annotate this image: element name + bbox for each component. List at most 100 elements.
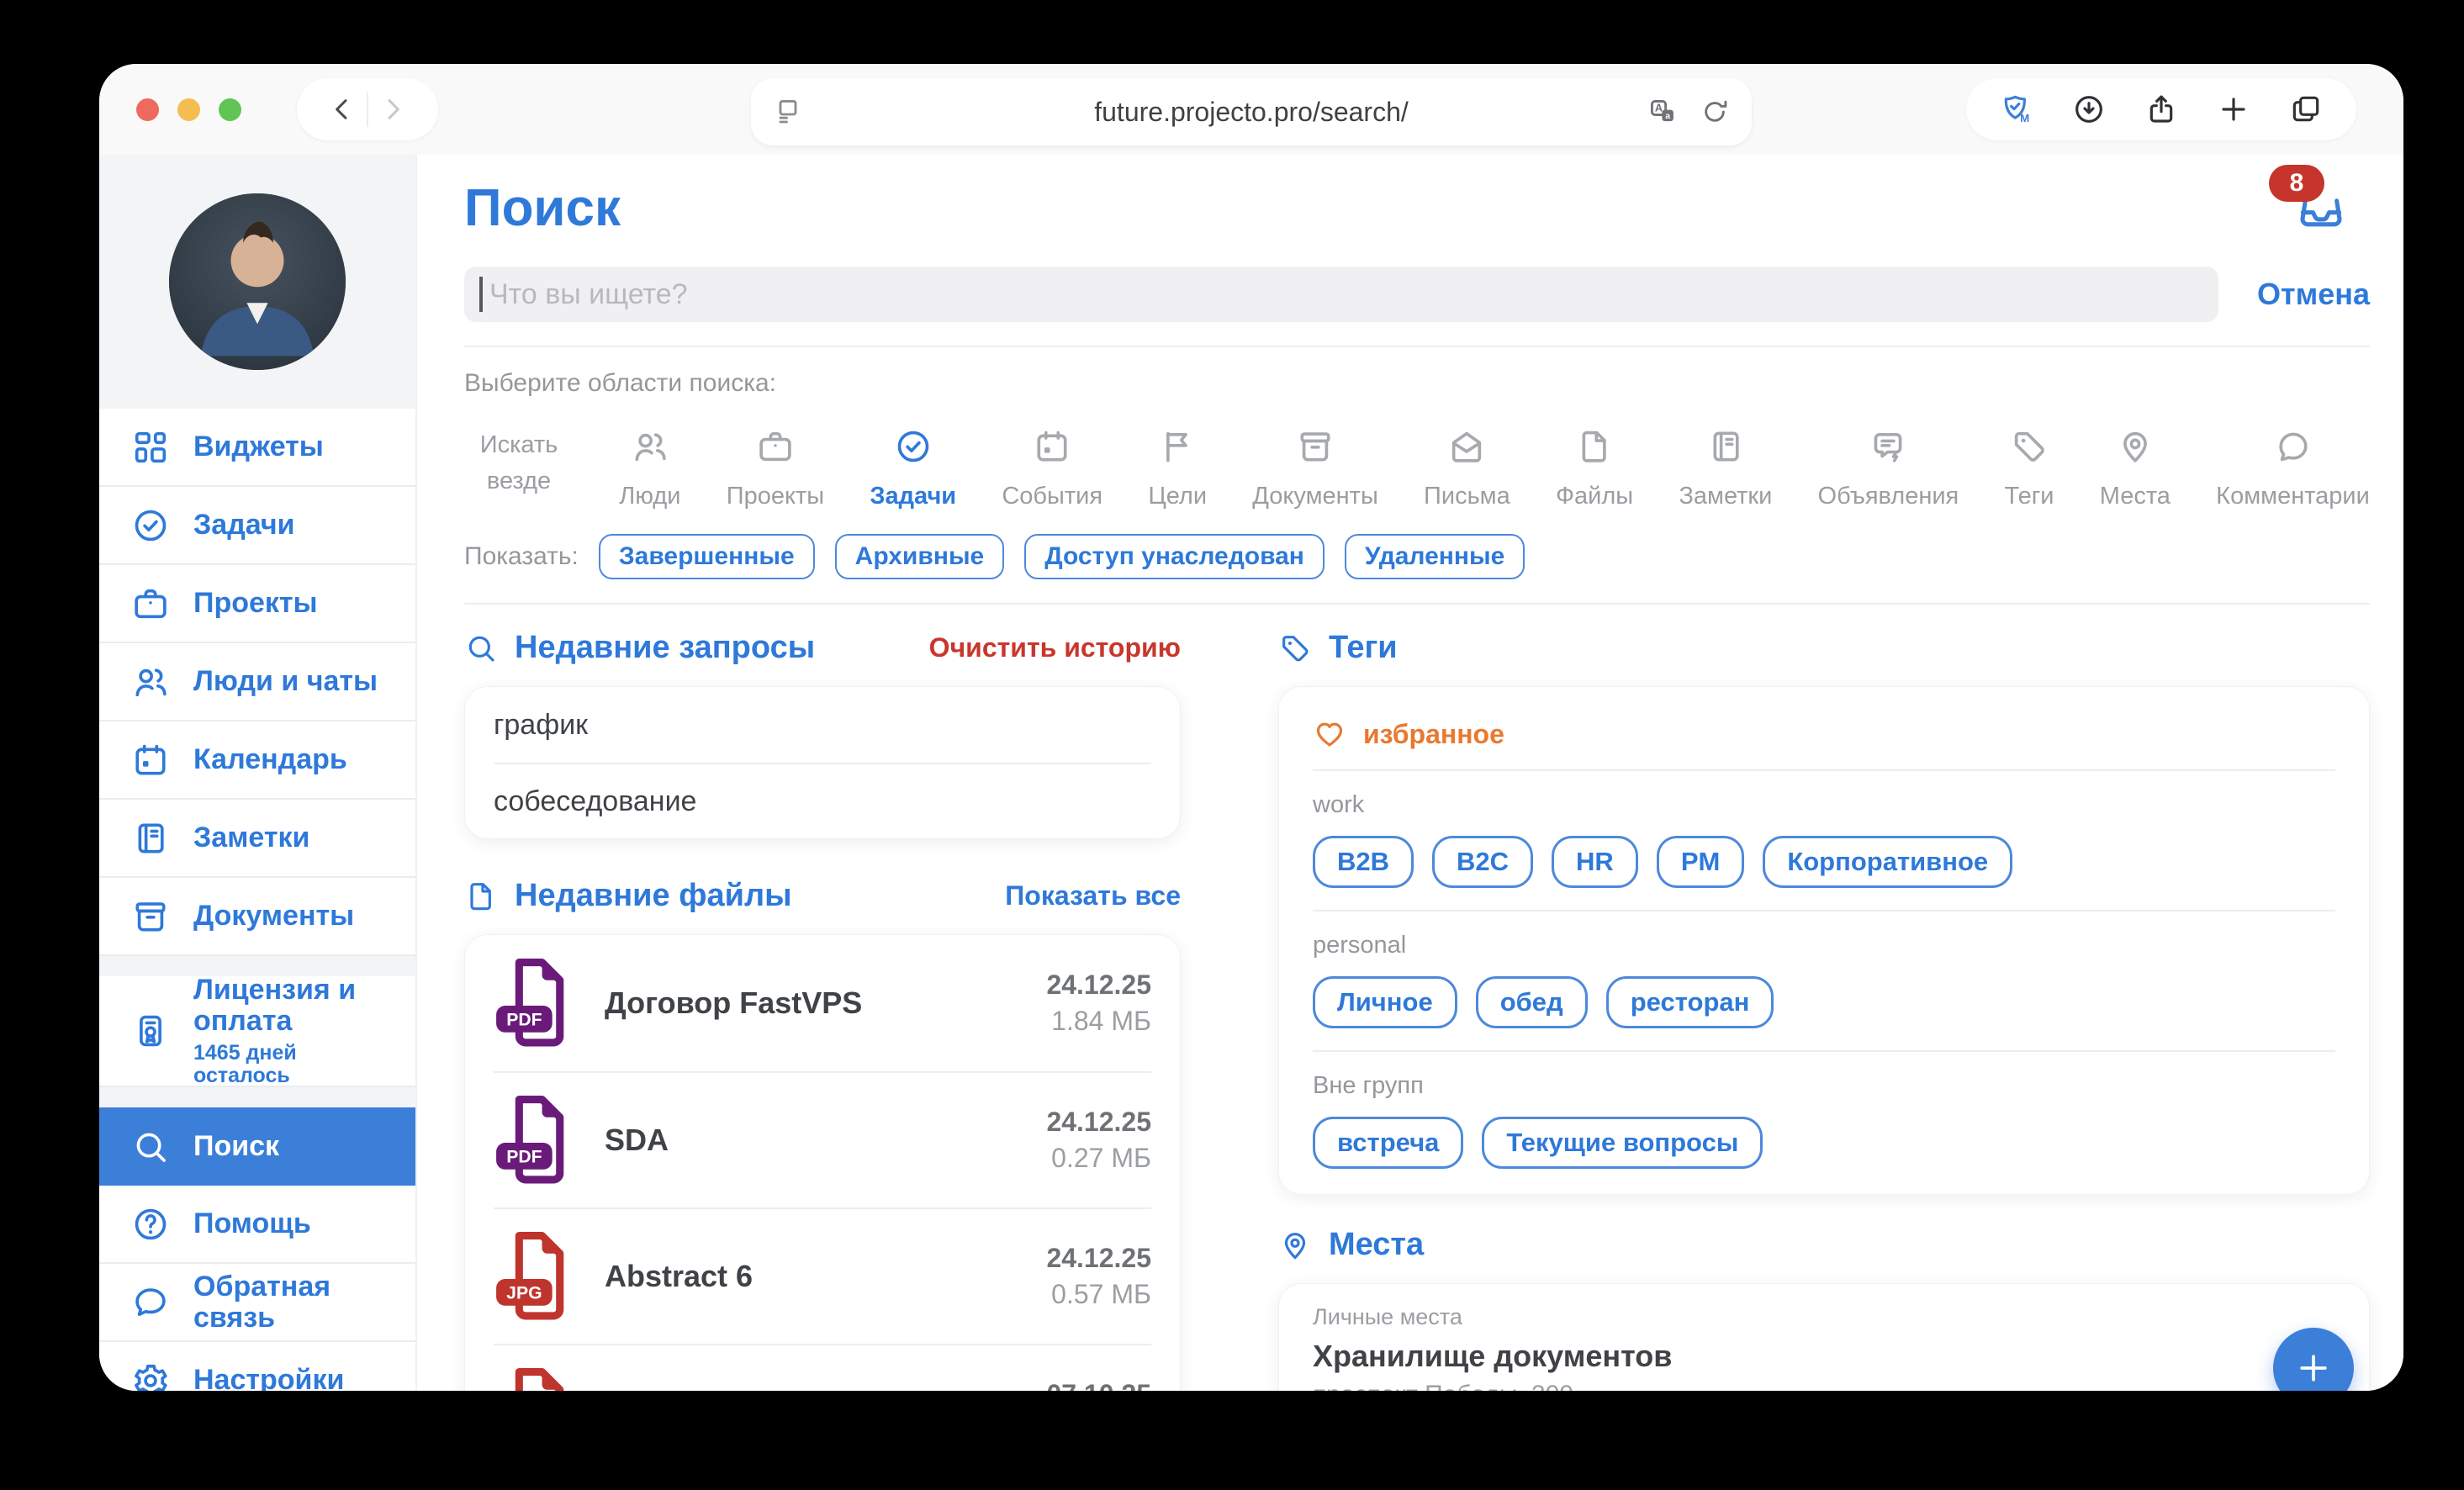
share-icon[interactable] — [2144, 92, 2178, 126]
tab-overview-icon[interactable] — [2289, 92, 2323, 126]
tag-chip-B2B[interactable]: B2B — [1313, 836, 1414, 888]
filter-chip-Доступ унаследован[interactable]: Доступ унаследован — [1024, 534, 1325, 579]
cancel-button[interactable]: Отмена — [2257, 277, 2370, 312]
scope-label: Комментарии — [2216, 483, 2370, 510]
scope-Теги[interactable]: Теги — [2005, 416, 2054, 510]
tag-chip-Корпоративное[interactable]: Корпоративное — [1763, 836, 2012, 888]
sidebar-item-Виджеты[interactable]: Виджеты — [99, 409, 415, 487]
sidebar-item-Обратная связь[interactable]: Обратная связь — [99, 1264, 415, 1342]
minimize-window-button[interactable] — [177, 98, 200, 121]
sidebar-item-Проекты[interactable]: Проекты — [99, 565, 415, 643]
scope-Объявления[interactable]: Объявления — [1818, 416, 1959, 510]
filter-chip-Удаленные[interactable]: Удаленные — [1345, 534, 1525, 579]
scope-Проекты[interactable]: Проекты — [727, 416, 824, 510]
sidebar: Виджеты Задачи Проекты Люди и чаты Кален… — [99, 155, 417, 1391]
scope-label: Места — [2100, 483, 2171, 510]
tag-chip-PM[interactable]: PM — [1657, 836, 1745, 888]
filter-chip-Завершенные[interactable]: Завершенные — [599, 534, 815, 579]
file-name: SDA — [605, 1123, 1019, 1158]
file-row-Договор FastVPS[interactable]: PDF Договор FastVPS 24.12.25 1.84 МБ — [494, 935, 1151, 1071]
privacy-shield-icon[interactable]: M — [2000, 92, 2033, 126]
scope-События[interactable]: События — [1002, 416, 1102, 510]
close-window-button[interactable] — [136, 98, 159, 121]
sidebar-item-Задачи[interactable]: Задачи — [99, 487, 415, 565]
scope-label: Теги — [2005, 483, 2054, 510]
mail-icon — [1447, 427, 1486, 466]
scope-Файлы[interactable]: Файлы — [1556, 416, 1633, 510]
sidebar-item-Помощь[interactable]: Помощь — [99, 1186, 415, 1264]
divider — [464, 346, 2370, 347]
scope-label: Объявления — [1818, 483, 1959, 510]
scope-label: Письма — [1424, 483, 1510, 510]
reload-icon[interactable] — [1700, 97, 1730, 127]
tag-chip-ресторан[interactable]: ресторан — [1606, 976, 1774, 1028]
scope-label: Цели — [1148, 483, 1207, 510]
places-title-text: Места — [1329, 1227, 1424, 1263]
forward-button[interactable] — [377, 93, 409, 125]
page-content: Поиск 8 Отмена Выберите области поиска: … — [417, 155, 2403, 1391]
divider — [464, 603, 2370, 605]
tag-chip-Текущие вопросы[interactable]: Текущие вопросы — [1482, 1117, 1763, 1169]
zoom-window-button[interactable] — [219, 98, 241, 121]
scope-label: Документы — [1252, 483, 1378, 510]
scope-Заметки[interactable]: Заметки — [1679, 416, 1772, 510]
downloads-icon[interactable] — [2072, 92, 2106, 126]
scope-Люди[interactable]: Люди — [619, 416, 680, 510]
file-row-SDA[interactable]: PDF SDA 24.12.25 0.27 МБ — [494, 1071, 1151, 1207]
sidebar-item-Настройки[interactable]: Настройки — [99, 1342, 415, 1391]
text-caret — [479, 277, 483, 312]
show-all-files-button[interactable]: Показать все — [1005, 880, 1181, 911]
sidebar-item-Заметки[interactable]: Заметки — [99, 800, 415, 878]
query-row[interactable]: собеседование — [494, 763, 1151, 838]
tag-icon — [1278, 631, 1312, 665]
browser-toolbar: future.projecto.pro/search/ Aa M — [99, 64, 2403, 155]
file-row-Abstract 6[interactable]: JPG Abstract 6 24.12.25 0.57 МБ — [494, 1207, 1151, 1344]
pin-icon — [2116, 427, 2155, 466]
place-name[interactable]: Хранилище документов — [1313, 1339, 2335, 1374]
search-input[interactable] — [489, 278, 2203, 311]
favorite-tags-row[interactable]: избранное — [1313, 709, 2335, 771]
heart-icon — [1313, 717, 1346, 751]
sidebar-item-Календарь[interactable]: Календарь — [99, 721, 415, 800]
scope-Письма[interactable]: Письма — [1424, 416, 1510, 510]
place-group-label: Личные места — [1313, 1304, 2335, 1330]
sidebar-item-Документы[interactable]: Документы — [99, 878, 415, 956]
documents-icon — [131, 897, 170, 936]
back-button[interactable] — [326, 93, 358, 125]
tag-group-name: personal — [1313, 932, 2335, 959]
svg-text:a: a — [1665, 111, 1670, 121]
sidebar-item-Поиск[interactable]: Поиск — [99, 1107, 415, 1186]
tag-chip-HR[interactable]: HR — [1552, 836, 1638, 888]
tag-chip-обед[interactable]: обед — [1476, 976, 1588, 1028]
inbox-button[interactable]: 8 — [2294, 183, 2348, 237]
calendar-icon — [131, 741, 170, 779]
query-row[interactable]: график — [494, 687, 1151, 763]
search-box[interactable] — [464, 267, 2218, 322]
translate-icon[interactable]: Aa — [1647, 97, 1678, 127]
tag-group-name: Вне групп — [1313, 1072, 2335, 1100]
tag-chip-B2C[interactable]: B2C — [1432, 836, 1533, 888]
pin-icon — [1278, 1228, 1312, 1262]
user-avatar[interactable] — [169, 193, 346, 370]
new-tab-icon[interactable] — [2217, 92, 2250, 126]
file-icon — [464, 880, 498, 913]
tag-chip-встреча[interactable]: встреча — [1313, 1117, 1463, 1169]
scope-Задачи[interactable]: Задачи — [870, 416, 956, 510]
places-card: Личные места Хранилище документов проспе… — [1278, 1283, 2370, 1391]
sidebar-item-Люди и чаты[interactable]: Люди и чаты — [99, 643, 415, 721]
people-icon — [131, 663, 170, 701]
scope-Комментарии[interactable]: Комментарии — [2216, 416, 2370, 510]
filter-chip-Архивные[interactable]: Архивные — [835, 534, 1005, 579]
scope-Места[interactable]: Места — [2100, 416, 2171, 510]
scope-Документы[interactable]: Документы — [1252, 416, 1378, 510]
clear-history-button[interactable]: Очистить историю — [929, 632, 1181, 663]
address-bar[interactable]: future.projecto.pro/search/ Aa — [751, 78, 1752, 145]
tag-group-name: work — [1313, 791, 2335, 819]
scope-Цели[interactable]: Цели — [1148, 416, 1207, 510]
scope-Искать везде[interactable]: Искать везде — [464, 416, 574, 510]
projects-icon — [131, 584, 170, 623]
sidebar-item-Лицензия и оплата[interactable]: Лицензия и оплата1465 дней осталось — [99, 976, 415, 1087]
file-row-IMG_0007[interactable]: JPG IMG_0007 07.10.25 0.42 МБ — [494, 1344, 1151, 1391]
tag-chip-Личное[interactable]: Личное — [1313, 976, 1457, 1028]
app-main: Виджеты Задачи Проекты Люди и чаты Кален… — [99, 155, 2403, 1391]
